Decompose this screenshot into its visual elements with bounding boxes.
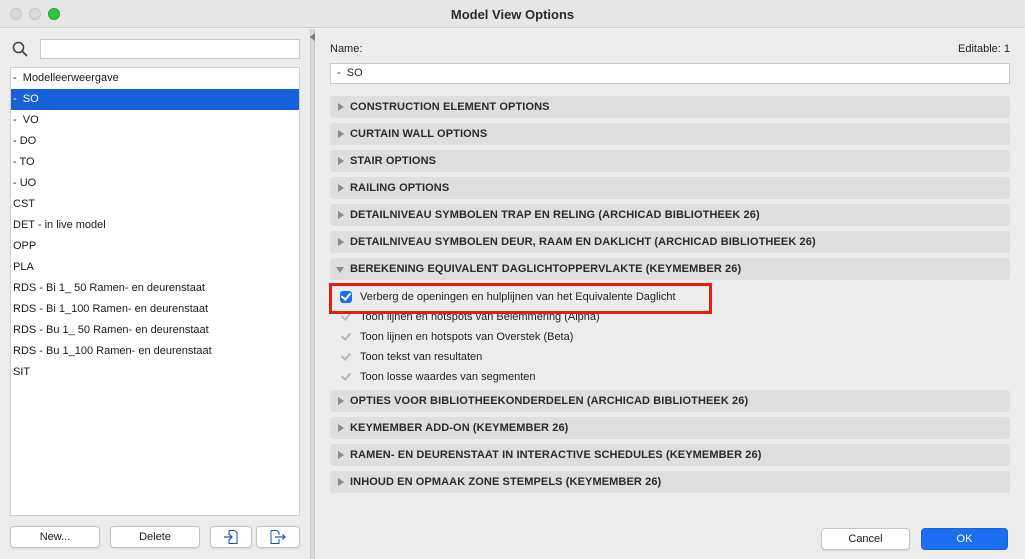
section-label: DETAILNIVEAU SYMBOLEN TRAP EN RELING (AR… [350, 209, 760, 221]
search-input[interactable] [40, 39, 300, 59]
section-label: STAIR OPTIONS [350, 155, 437, 167]
section-header[interactable]: DETAILNIVEAU SYMBOLEN TRAP EN RELING (AR… [330, 204, 1010, 226]
list-buttons: New... Delete [10, 526, 300, 548]
section-label: INHOUD EN OPMAAK ZONE STEMPELS (KEYMEMBE… [350, 476, 662, 488]
window-title: Model View Options [450, 7, 575, 22]
export-button[interactable] [256, 526, 300, 548]
import-button[interactable] [210, 526, 252, 548]
disclosure-expanded-icon[interactable] [336, 267, 344, 273]
disclosure-collapsed-icon[interactable] [338, 238, 344, 246]
list-item[interactable]: RDS - Bu 1_100 Ramen- en deurenstaat [11, 341, 299, 362]
ok-button[interactable]: OK [921, 528, 1008, 550]
section-label: KEYMEMBER ADD-ON (KEYMEMBER 26) [350, 422, 569, 434]
section-header[interactable]: KEYMEMBER ADD-ON (KEYMEMBER 26) [330, 417, 1010, 439]
list-item[interactable]: - UO [11, 173, 299, 194]
list-item[interactable]: SIT [11, 362, 299, 383]
list-item[interactable]: RDS - Bu 1_ 50 Ramen- en deurenstaat [11, 320, 299, 341]
section-label: RAMEN- EN DEURENSTAAT IN INTERACTIVE SCH… [350, 449, 762, 461]
disclosure-collapsed-icon[interactable] [338, 397, 344, 405]
checkbox [340, 371, 352, 383]
section-header[interactable]: OPTIES VOOR BIBLIOTHEEKONDERDELEN (ARCHI… [330, 390, 1010, 412]
option-label: Toon lijnen en hotspots van Overstek (Be… [360, 331, 574, 343]
disclosure-collapsed-icon[interactable] [338, 130, 344, 138]
option-label: Toon tekst van resultaten [360, 351, 483, 363]
model-view-list[interactable]: - Modelleerweergave - SO - VO - DO - TO - UO C… [10, 67, 300, 516]
view-list-pane: - Modelleerweergave - SO - VO - DO - TO - UO C… [0, 29, 310, 559]
delete-button[interactable]: Delete [110, 526, 200, 548]
export-icon [270, 530, 286, 544]
section-label: RAILING OPTIONS [350, 182, 450, 194]
section-header[interactable]: STAIR OPTIONS [330, 150, 1010, 172]
new-button[interactable]: New... [10, 526, 100, 548]
list-item[interactable]: - SO [11, 89, 299, 110]
collapse-arrow-icon[interactable] [310, 33, 315, 41]
section-label: BEREKENING EQUIVALENT DAGLICHTOPPERVLAKT… [350, 263, 742, 275]
import-icon [224, 530, 238, 544]
disclosure-collapsed-icon[interactable] [338, 157, 344, 165]
section-header[interactable]: CONSTRUCTION ELEMENT OPTIONS [330, 96, 1010, 118]
section-header[interactable]: CURTAIN WALL OPTIONS [330, 123, 1010, 145]
disclosure-collapsed-icon[interactable] [338, 103, 344, 111]
disclosure-collapsed-icon[interactable] [338, 211, 344, 219]
disclosure-collapsed-icon[interactable] [338, 424, 344, 432]
checkbox [340, 351, 352, 363]
search-icon [12, 41, 28, 57]
section-header[interactable]: RAMEN- EN DEURENSTAAT IN INTERACTIVE SCH… [330, 444, 1010, 466]
section-label: CONSTRUCTION ELEMENT OPTIONS [350, 101, 550, 113]
list-item[interactable]: PLA [11, 257, 299, 278]
section-header[interactable]: DETAILNIVEAU SYMBOLEN DEUR, RAAM EN DAKL… [330, 231, 1010, 253]
disclosure-collapsed-icon[interactable] [338, 451, 344, 459]
list-item[interactable]: CST [11, 194, 299, 215]
list-item[interactable]: - Modelleerweergave [11, 68, 299, 89]
section-header[interactable]: INHOUD EN OPMAAK ZONE STEMPELS (KEYMEMBE… [330, 471, 1010, 493]
cancel-button[interactable]: Cancel [821, 528, 910, 550]
name-field[interactable]: - SO [330, 63, 1010, 84]
list-item[interactable]: - TO [11, 152, 299, 173]
list-item[interactable]: RDS - Bi 1_ 50 Ramen- en deurenstaat [11, 278, 299, 299]
disclosure-collapsed-icon[interactable] [338, 184, 344, 192]
list-item[interactable]: RDS - Bi 1_100 Ramen- en deurenstaat [11, 299, 299, 320]
title-bar: Model View Options [0, 0, 1025, 28]
pane-splitter[interactable] [310, 29, 315, 559]
section-header[interactable]: BEREKENING EQUIVALENT DAGLICHTOPPERVLAKT… [330, 258, 1010, 280]
checkbox [340, 331, 352, 343]
section-header[interactable]: RAILING OPTIONS [330, 177, 1010, 199]
list-item[interactable]: - DO [11, 131, 299, 152]
option-label: Toon losse waardes van segmenten [360, 371, 536, 383]
editable-count: Editable: 1 [958, 43, 1010, 55]
list-item[interactable]: DET - in live model [11, 215, 299, 236]
list-item[interactable]: - VO [11, 110, 299, 131]
disclosure-collapsed-icon[interactable] [338, 478, 344, 486]
section-label: DETAILNIVEAU SYMBOLEN DEUR, RAAM EN DAKL… [350, 236, 816, 248]
annotation-highlight-box [329, 283, 712, 314]
section-label: OPTIES VOOR BIBLIOTHEEKONDERDELEN (ARCHI… [350, 395, 749, 407]
name-label: Name: [330, 43, 363, 55]
section-label: CURTAIN WALL OPTIONS [350, 128, 488, 140]
list-item[interactable]: OPP [11, 236, 299, 257]
